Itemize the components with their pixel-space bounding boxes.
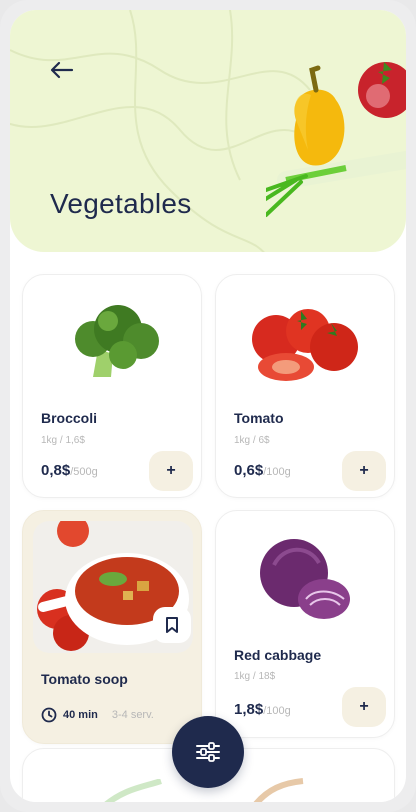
product-name: Broccoli bbox=[41, 410, 98, 426]
recipe-card-tomato-soop[interactable]: Tomato soop 40 min 3-4 serv. bbox=[22, 510, 202, 744]
back-button[interactable] bbox=[46, 56, 78, 84]
recipe-meta: 40 min 3-4 serv. bbox=[41, 707, 154, 723]
partial-vegetable-image bbox=[253, 778, 304, 802]
product-card-red-cabbage[interactable]: Red cabbage 1kg / 18$ 1,8$/100g + bbox=[215, 510, 395, 738]
product-name: Red cabbage bbox=[234, 647, 322, 663]
device-frame: Vegetables Broccoli 1kg / 1,6$ 0,8$/500g… bbox=[0, 0, 416, 812]
product-card-tomato[interactable]: Tomato 1kg / 6$ 0,6$/100g + bbox=[215, 274, 395, 498]
product-price: 0,8$/500g bbox=[41, 462, 98, 479]
product-card-broccoli[interactable]: Broccoli 1kg / 1,6$ 0,8$/500g + bbox=[22, 274, 202, 498]
product-price: 0,6$/100g bbox=[234, 462, 291, 479]
red-cabbage-image bbox=[260, 539, 350, 619]
recipe-time: 40 min bbox=[63, 709, 98, 721]
plus-icon: + bbox=[359, 698, 369, 715]
price-unit: /100g bbox=[263, 466, 291, 478]
price-value: 1,8$ bbox=[234, 701, 264, 718]
screen: Vegetables Broccoli 1kg / 1,6$ 0,8$/500g… bbox=[10, 10, 406, 802]
recipe-servings: 3-4 serv. bbox=[111, 709, 154, 721]
add-button[interactable]: + bbox=[342, 451, 386, 491]
plus-icon: + bbox=[166, 462, 176, 479]
hero-header: Vegetables bbox=[10, 10, 406, 252]
back-arrow-icon bbox=[50, 61, 74, 79]
add-button[interactable]: + bbox=[149, 451, 193, 491]
price-unit: /100g bbox=[263, 705, 291, 717]
bookmark-button[interactable] bbox=[153, 607, 191, 643]
add-button[interactable]: + bbox=[342, 687, 386, 727]
plus-icon: + bbox=[359, 462, 369, 479]
vegetables-illustration bbox=[266, 62, 406, 217]
price-value: 0,8$ bbox=[41, 462, 71, 479]
product-base-price: 1kg / 6$ bbox=[234, 435, 270, 446]
tomato-image bbox=[252, 309, 358, 381]
product-base-price: 1kg / 1,6$ bbox=[41, 435, 85, 446]
filter-button[interactable] bbox=[172, 716, 244, 788]
product-price: 1,8$/100g bbox=[234, 701, 291, 718]
product-base-price: 1kg / 18$ bbox=[234, 671, 276, 682]
price-value: 0,6$ bbox=[234, 462, 264, 479]
product-name: Tomato bbox=[234, 410, 284, 426]
price-unit: /500g bbox=[70, 466, 98, 478]
recipe-name: Tomato soop bbox=[41, 671, 128, 687]
page-title: Vegetables bbox=[50, 188, 192, 219]
bookmark-icon bbox=[166, 617, 178, 633]
broccoli-image bbox=[75, 305, 159, 377]
filter-sliders-icon bbox=[196, 742, 220, 762]
partial-vegetable-image bbox=[104, 779, 162, 802]
clock-icon bbox=[41, 707, 57, 723]
